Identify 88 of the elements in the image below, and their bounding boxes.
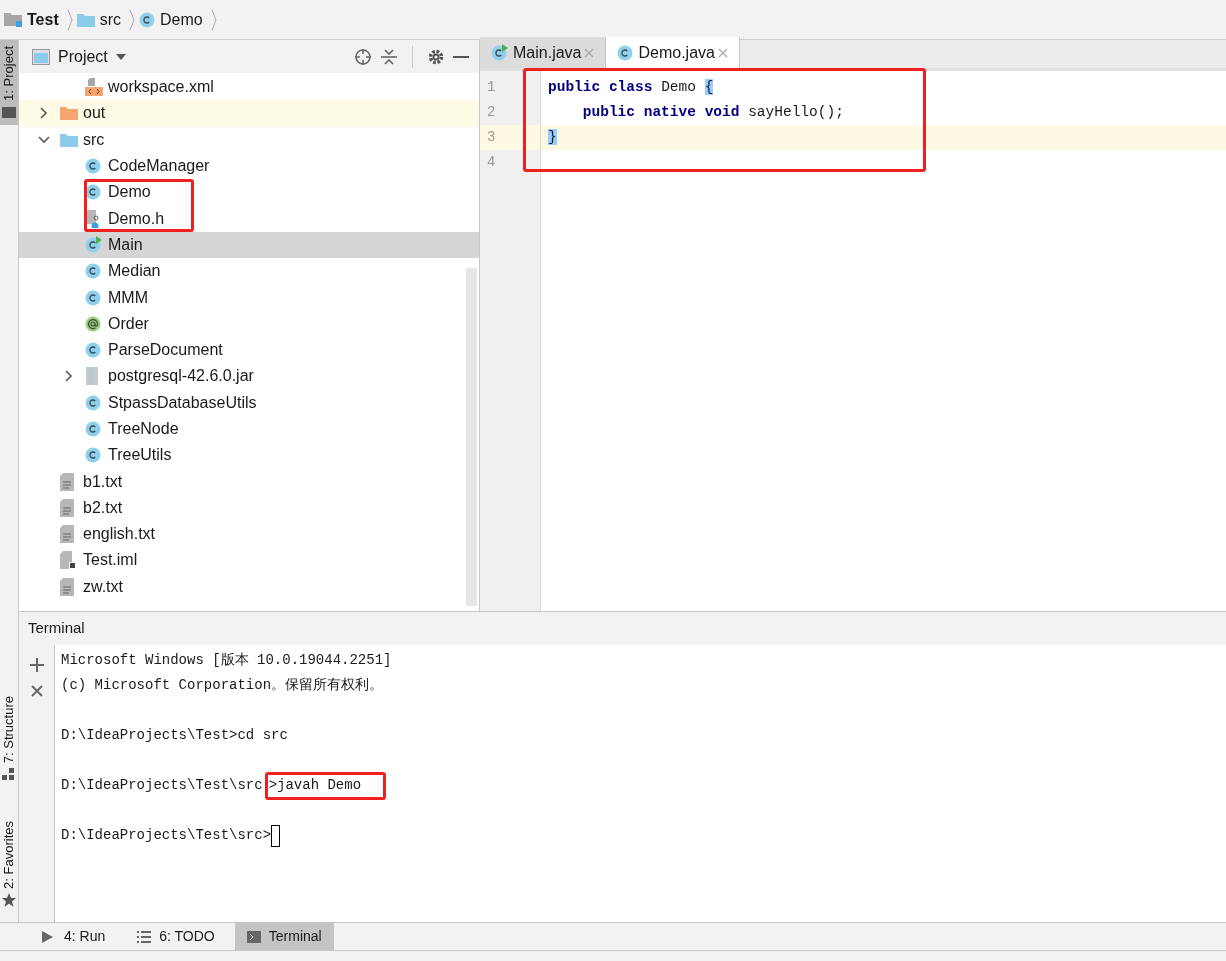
annotation-icon [85, 315, 101, 332]
tree-item[interactable]: Main [19, 231, 479, 259]
line-number: 4 [487, 153, 496, 172]
folder-icon [60, 106, 78, 121]
tree-item[interactable]: zw.txt [19, 573, 479, 600]
tree-item[interactable]: StpassDatabaseUtils [19, 389, 479, 416]
project-folder-icon [4, 11, 22, 28]
project-icon [2, 104, 16, 119]
add-icon [29, 658, 44, 672]
code-line: public class Demo { [548, 77, 714, 97]
side-tab[interactable]: 2: Favorites [0, 815, 18, 913]
jar-file-icon [85, 367, 99, 386]
dropdown-arrow-icon [115, 53, 126, 60]
breadcrumb-item[interactable]: Test [27, 7, 59, 32]
panel-title[interactable]: Project [58, 44, 108, 69]
tool-window-tab[interactable]: Terminal [234, 923, 334, 950]
terminal-line: (c) Microsoft Corporation。保留所有权利。 [61, 676, 384, 695]
class-icon [85, 184, 101, 201]
terminal-line: D:\IdeaProjects\Test\src> [61, 826, 272, 845]
code-line: public native void sayHello(); [581, 102, 844, 122]
tree-item[interactable]: postgresql-42.6.0.jar [19, 363, 479, 390]
class-icon [85, 421, 101, 437]
class-icon [85, 263, 101, 280]
tree-item[interactable]: MMM [19, 284, 479, 311]
xml-file-icon [85, 78, 103, 97]
editor-tab[interactable]: Main.java [480, 37, 607, 68]
class-icon [617, 44, 634, 61]
tree-item[interactable]: Demo.h [19, 205, 479, 232]
tool-window-tab[interactable]: 4: Run [30, 923, 118, 950]
todo-icon [137, 930, 152, 943]
panel-title: Terminal [27, 618, 86, 639]
tree-item[interactable]: out [19, 100, 479, 127]
settings-icon [427, 47, 445, 66]
breadcrumb-separator-icon [210, 8, 217, 31]
text-file-icon [60, 577, 74, 596]
tree-item[interactable]: CodeManager [19, 152, 479, 180]
line-number: 2 [487, 103, 496, 122]
tree-item[interactable]: TreeNode [19, 415, 479, 443]
text-file-icon [60, 525, 74, 544]
locate-icon [354, 47, 372, 66]
tree-item[interactable]: b2.txt [19, 494, 479, 522]
breadcrumb-separator-icon [129, 8, 136, 31]
collapse-all-icon [380, 47, 398, 66]
folder-icon [76, 12, 95, 27]
terminal-line: >javah Demo [268, 776, 362, 795]
line-number: 1 [487, 78, 496, 97]
close-icon [30, 685, 43, 697]
folder-icon [60, 132, 78, 147]
class-run-icon [491, 44, 508, 61]
tool-window-tab[interactable]: 6: TODO [125, 923, 227, 950]
breadcrumb-item[interactable]: src [99, 7, 122, 32]
side-tab[interactable]: 1: Project [0, 40, 18, 125]
favorites-icon [2, 892, 16, 907]
class-icon [85, 158, 101, 175]
class-icon [85, 394, 101, 411]
class-icon [85, 447, 101, 464]
terminal-line: D:\IdeaProjects\Test>cd src [61, 726, 288, 745]
tree-item[interactable]: src [19, 126, 479, 153]
tree-item[interactable]: Test.iml [19, 547, 479, 574]
side-tab[interactable]: 7: Structure [0, 690, 18, 788]
class-run-icon [85, 236, 102, 254]
close-icon [584, 47, 595, 58]
close-icon [717, 47, 728, 58]
tree-item[interactable]: Demo [19, 179, 479, 206]
scrollbar-thumb[interactable] [466, 268, 477, 606]
tree-item[interactable]: english.txt [19, 521, 479, 548]
tree-item[interactable]: workspace.xml [19, 74, 479, 101]
class-icon [139, 11, 156, 28]
class-icon [85, 342, 101, 359]
structure-icon [2, 767, 16, 782]
text-file-icon [60, 498, 74, 517]
module-file-icon [60, 551, 76, 570]
project-view-icon [32, 48, 50, 65]
terminal-line: D:\IdeaProjects\Test\src [61, 776, 263, 795]
line-number: 3 [487, 128, 496, 147]
tree-item[interactable]: TreeUtils [19, 442, 479, 469]
tree-item[interactable]: b1.txt [19, 468, 479, 495]
terminal-line: Microsoft Windows [版本 10.0.19044.2251] [61, 651, 392, 670]
tree-item[interactable]: Order [19, 310, 479, 337]
terminal-icon [246, 930, 261, 943]
breadcrumb-item[interactable]: Demo [160, 7, 203, 32]
tree-item[interactable]: Median [19, 258, 479, 285]
header-file-icon [85, 209, 101, 228]
class-icon [85, 289, 101, 306]
text-file-icon [60, 472, 74, 491]
breadcrumb-separator-icon [66, 8, 73, 31]
tree-item[interactable]: ParseDocument [19, 336, 479, 364]
editor-tab[interactable]: Demo.java [606, 37, 740, 68]
